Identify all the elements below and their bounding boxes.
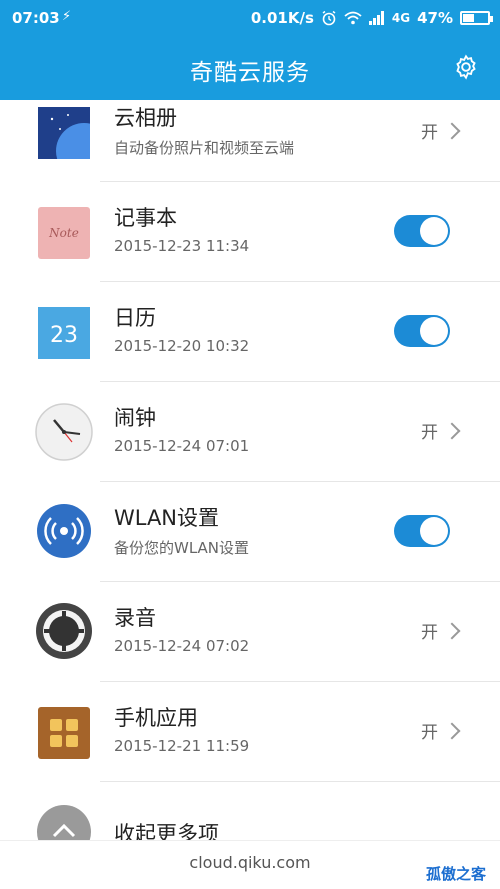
status-arrow[interactable]: 开 — [421, 418, 461, 443]
item-subtitle: 备份您的WLAN设置 — [114, 539, 250, 557]
toggle-knob — [420, 317, 448, 345]
cloud-album-icon — [38, 107, 90, 159]
alarm-icon — [322, 10, 336, 26]
status-arrow[interactable]: 开 — [421, 118, 461, 143]
recorder-icon — [36, 603, 92, 659]
status-label: 开 — [421, 723, 438, 743]
app-bar: 奇酷云服务 — [0, 36, 500, 100]
calendar-icon-text: 23 — [50, 323, 78, 348]
item-title: 日历 — [114, 306, 156, 330]
toggle-knob — [420, 217, 448, 245]
item-subtitle: 2015-12-24 07:01 — [114, 437, 250, 455]
list-item-calendar[interactable]: 23 日历 2015-12-20 10:32 — [0, 282, 500, 382]
list-item-cloud-album[interactable]: 云相册 自动备份照片和视频至云端 开 — [0, 100, 500, 182]
calendar-toggle[interactable] — [394, 315, 450, 347]
item-subtitle: 自动备份照片和视频至云端 — [114, 139, 295, 157]
service-list: 云相册 自动备份照片和视频至云端 开 Note 记事本 2015-12-23 1… — [0, 100, 500, 840]
wlan-icon — [37, 504, 91, 558]
status-time: 07:03 — [12, 9, 60, 27]
list-item-alarm[interactable]: 闹钟 2015-12-24 07:01 开 — [0, 382, 500, 482]
chevron-right-icon — [443, 422, 461, 439]
usb-icon: ⚡ — [62, 9, 72, 24]
list-item-wlan[interactable]: WLAN设置 备份您的WLAN设置 — [0, 482, 500, 582]
item-title: WLAN设置 — [114, 506, 220, 530]
item-title: 云相册 — [114, 106, 177, 130]
wifi-icon — [344, 11, 362, 25]
page-title: 奇酷云服务 — [190, 60, 310, 86]
wlan-toggle[interactable] — [394, 515, 450, 547]
list-item-collapse[interactable]: 收起更多项 — [0, 782, 500, 840]
list-item-notepad[interactable]: Note 记事本 2015-12-23 11:34 — [0, 182, 500, 282]
notepad-toggle[interactable] — [394, 215, 450, 247]
item-title: 记事本 — [114, 206, 177, 230]
status-label: 开 — [421, 123, 438, 143]
item-subtitle: 2015-12-23 11:34 — [114, 237, 250, 255]
status-arrow[interactable]: 开 — [421, 618, 461, 643]
chevron-up-icon — [37, 805, 91, 840]
item-title: 闹钟 — [114, 406, 156, 430]
calendar-icon: 23 — [38, 307, 90, 359]
apps-icon — [38, 707, 90, 759]
list-item-apps[interactable]: 手机应用 2015-12-21 11:59 开 — [0, 682, 500, 782]
gear-icon[interactable] — [452, 53, 480, 81]
item-subtitle: 2015-12-21 11:59 — [114, 737, 250, 755]
network-type: 4G — [391, 11, 411, 25]
item-title: 录音 — [114, 606, 156, 630]
note-icon: Note — [38, 207, 90, 259]
chevron-right-icon — [443, 122, 461, 139]
status-arrow[interactable]: 开 — [421, 718, 461, 743]
item-subtitle: 2015-12-20 10:32 — [114, 337, 250, 355]
footer: cloud.qiku.com 孤傲之客 — [0, 840, 500, 889]
status-label: 开 — [421, 423, 438, 443]
list-item-recorder[interactable]: 录音 2015-12-24 07:02 开 — [0, 582, 500, 682]
battery-icon — [460, 11, 493, 25]
clock-icon — [35, 403, 93, 461]
chevron-right-icon — [443, 622, 461, 639]
network-speed: 0.01K/s — [250, 9, 314, 27]
toggle-knob — [420, 517, 448, 545]
signal-icon — [368, 11, 384, 25]
item-subtitle: 2015-12-24 07:02 — [114, 637, 250, 655]
item-title: 收起更多项 — [114, 822, 219, 840]
item-title: 手机应用 — [114, 706, 198, 730]
battery-percent: 47% — [417, 9, 453, 27]
status-right: 0.01K/s 4G 47% — [250, 9, 493, 27]
note-icon-text: Note — [48, 226, 79, 240]
status-bar: 07:03 ⚡ 0.01K/s 4G 47% — [0, 0, 500, 36]
chevron-right-icon — [443, 722, 461, 739]
status-label: 开 — [421, 623, 438, 643]
watermark: 孤傲之客 — [425, 865, 486, 883]
